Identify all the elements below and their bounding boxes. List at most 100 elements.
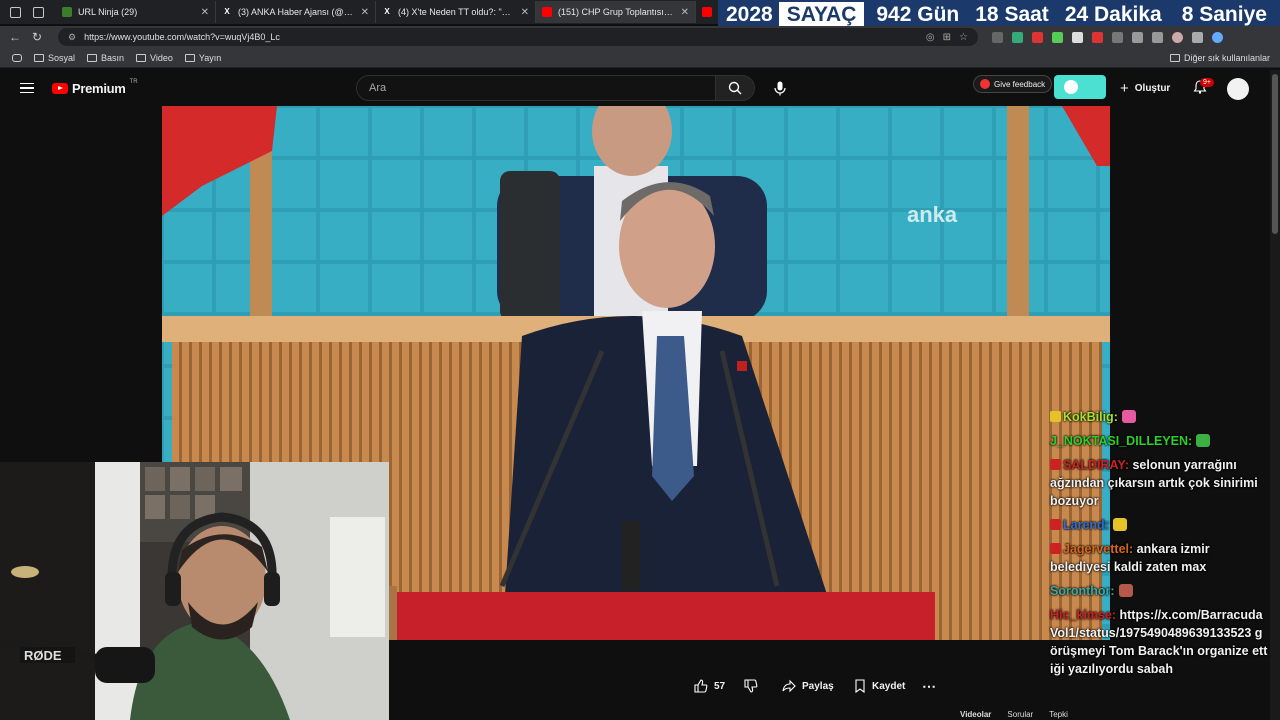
extensions-puzzle-icon[interactable] [1112, 31, 1123, 43]
install-icon[interactable]: ⊞ [943, 32, 951, 43]
search-button[interactable] [715, 75, 755, 101]
anka-watermark: anka [907, 202, 958, 227]
site-info-icon[interactable]: ⚙ [68, 32, 76, 43]
stream-chat-overlay: KokBilig: J_NOKTASI_DILLEYEN: SALDIRAY: … [1050, 408, 1270, 684]
extension-icon[interactable] [1052, 31, 1063, 43]
chat-message: SALDIRAY: selonun yarrağını ağzından çık… [1050, 456, 1270, 510]
extension-icon[interactable] [1072, 31, 1083, 43]
page-scrollbar[interactable] [1270, 70, 1280, 720]
create-button[interactable]: + Oluştur [1120, 80, 1170, 97]
shield-icon[interactable] [1152, 31, 1163, 43]
video-actions-bar: 57 Paylaş Kaydet ⋯ [390, 672, 1050, 700]
feedback-icon [980, 79, 990, 89]
bookmark-apps-icon[interactable] [12, 53, 22, 62]
bookmark-folder-sosyal[interactable]: Sosyal [34, 53, 75, 63]
chat-message: Jagervettel: ankara izmir belediyesi kal… [1050, 540, 1270, 576]
bookmark-label: Video [150, 52, 173, 63]
save-button[interactable]: Kaydet [854, 679, 905, 693]
countdown-seconds: 8 Saniye [1181, 3, 1267, 26]
give-feedback-button[interactable]: Give feedback [973, 75, 1053, 93]
voice-search-button[interactable] [772, 80, 788, 96]
close-tab-icon[interactable]: ✕ [201, 7, 209, 18]
bookmark-folder-yayin[interactable]: Yayın [184, 52, 222, 63]
extension-icon[interactable] [1012, 31, 1023, 43]
youtube-favicon-icon [542, 7, 552, 17]
badge-icon [1050, 543, 1061, 554]
browser-tab-partial[interactable] [696, 1, 718, 23]
chat-username: Soronthor: [1050, 584, 1115, 598]
folder-icon [87, 53, 98, 62]
chip-tepki[interactable]: Tepki [1049, 710, 1068, 719]
country-code: TR [129, 78, 138, 85]
profile-avatar[interactable] [1172, 31, 1183, 43]
bookmark-label: Yayın [198, 52, 222, 63]
theme-toggle[interactable] [1054, 75, 1106, 99]
extension-icon[interactable] [992, 31, 1003, 43]
countdown-days: 942 Gün [876, 3, 960, 26]
copilot-icon[interactable] [1212, 31, 1223, 43]
notification-badge: 9+ [1200, 78, 1214, 87]
youtube-favicon-icon [702, 7, 712, 17]
bookmark-folder-video[interactable]: Video [136, 53, 173, 63]
countdown-year: 2028 [726, 3, 773, 26]
chip-videolar[interactable]: Videolar [960, 710, 991, 719]
reload-icon[interactable]: ↻ [26, 30, 48, 44]
browser-tab-active[interactable]: (151) CHP Grup Toplantısı / TBMM ✕ [536, 1, 696, 23]
tab-title: (4) X'te Neden TT oldu?: "Donald [398, 7, 515, 17]
close-tab-icon[interactable]: ✕ [361, 7, 369, 18]
search-input[interactable]: Ara [356, 75, 716, 101]
like-count: 57 [714, 680, 726, 692]
youtube-premium-logo[interactable]: Premium TR [52, 78, 138, 96]
save-label: Kaydet [872, 680, 906, 692]
chat-message: Larend: [1050, 516, 1270, 534]
chat-username: Jagervettel: [1063, 542, 1134, 556]
browser-tab[interactable]: URL Ninja (29) ✕ [56, 1, 216, 23]
window-controls [0, 6, 56, 18]
other-bookmarks-label: Diğer sık kullanılanlar [1183, 52, 1270, 63]
menu-dots-icon[interactable] [1192, 31, 1203, 43]
like-button[interactable]: 57 [694, 679, 725, 693]
youtube-header: Premium TR Ara Give feedback + Oluştur 9… [0, 70, 1270, 106]
translate-icon[interactable]: ◎ [926, 32, 935, 43]
close-tab-icon[interactable]: ✕ [521, 7, 529, 18]
browser-tab[interactable]: X (4) X'te Neden TT oldu?: "Donald ✕ [376, 1, 536, 23]
urlninja-favicon-icon [62, 7, 72, 17]
webcam-overlay: RØDE [0, 462, 389, 720]
tab-actions-icon[interactable] [10, 6, 21, 18]
bookmark-star-icon[interactable]: ☆ [959, 32, 968, 43]
search-icon [728, 81, 742, 95]
share-button[interactable]: Paylaş [782, 679, 834, 693]
badge-icon [1050, 411, 1061, 422]
badge-icon [1050, 519, 1061, 530]
dislike-button[interactable] [744, 679, 758, 693]
other-bookmarks[interactable]: Diğer sık kullanılanlar [1169, 52, 1270, 63]
bottom-chips: Videolar Sorular Tepki [960, 708, 1270, 720]
browser-tab[interactable]: X (3) ANKA Haber Ajansı (@ankahab ✕ [216, 1, 376, 23]
chat-message: KokBilig: [1050, 408, 1270, 426]
share-label: Paylaş [802, 680, 834, 692]
account-avatar[interactable] [1227, 78, 1249, 100]
browser-toolbar: ← ↻ ⚙ https://www.youtube.com/watch?v=wu… [0, 26, 1280, 48]
folder-icon [184, 53, 195, 62]
feedback-label: Give feedback [994, 79, 1046, 89]
chip-sorular[interactable]: Sorular [1007, 710, 1033, 719]
emote-icon [1112, 518, 1127, 531]
thumbs-down-icon [744, 679, 758, 693]
bookmark-folder-basin[interactable]: Basın [87, 53, 124, 63]
back-icon[interactable]: ← [4, 30, 26, 44]
chat-message: Hic_kimse: https://x.com/BarracudaVol1/s… [1050, 606, 1270, 678]
emote-icon [1118, 584, 1133, 597]
tab-grid-icon[interactable] [33, 6, 44, 18]
address-bar[interactable]: ⚙ https://www.youtube.com/watch?v=wuqVj4… [58, 28, 978, 46]
scrollbar-thumb[interactable] [1272, 74, 1278, 234]
close-tab-icon[interactable]: ✕ [681, 7, 689, 18]
more-actions-button[interactable]: ⋯ [922, 678, 936, 695]
menu-hamburger-icon[interactable] [20, 82, 34, 94]
favorites-icon[interactable] [1132, 31, 1143, 43]
bookmarks-bar: Sosyal Basın Video Yayın Diğer sık kulla… [0, 48, 1280, 68]
bookmark-icon [855, 679, 865, 693]
emote-icon [1121, 410, 1136, 423]
extension-icon[interactable] [1092, 31, 1103, 43]
countdown-minutes: 24 Dakika [1064, 3, 1162, 26]
extension-icon[interactable] [1032, 31, 1043, 43]
